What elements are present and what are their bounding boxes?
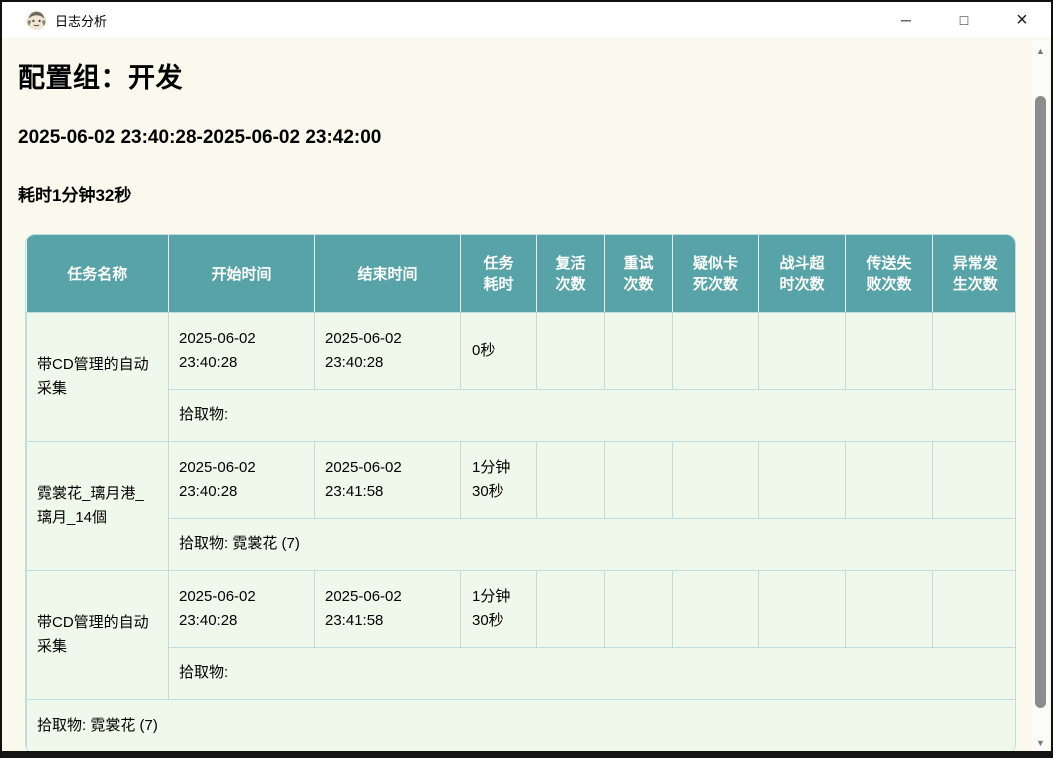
header-battle-timeout-count: 战斗超 时次数 — [759, 235, 846, 312]
header-retry-count: 重试 次数 — [605, 235, 673, 312]
battle-timeout-cell — [759, 312, 846, 389]
header-start-time: 开始时间 — [169, 235, 315, 312]
maximize-button[interactable]: □ — [935, 2, 993, 38]
exception-count-cell — [933, 441, 1017, 518]
scrollbar-thumb[interactable] — [1035, 96, 1046, 708]
log-table-container: 任务名称 开始时间 结束时间 任务 耗时 复活 次数 重试 次数 疑似卡 死次数… — [25, 234, 1016, 751]
window-bottom-edge — [2, 751, 1051, 758]
end-time-cell: 2025-06-02 23:40:28 — [315, 312, 461, 389]
scroll-up-button[interactable]: ▲ — [1032, 42, 1049, 59]
minimize-icon: ─ — [901, 12, 911, 28]
footer-pickup-row: 拾取物: 霓裳花 (7) — [27, 699, 1017, 751]
start-time-cell: 2025-06-02 23:40:28 — [169, 312, 315, 389]
time-range-heading: 2025-06-02 23:40:28-2025-06-02 23:42:00 — [18, 127, 1032, 149]
end-time-cell: 2025-06-02 23:41:58 — [315, 570, 461, 647]
pickup-cell: 拾取物: 霓裳花 (7) — [169, 518, 1017, 570]
battle-timeout-cell — [759, 570, 846, 647]
revive-count-cell — [537, 312, 605, 389]
start-time-cell: 2025-06-02 23:40:28 — [169, 441, 315, 518]
pickup-row: 拾取物: — [27, 389, 1017, 441]
header-exception-count: 异常发 生次数 — [933, 235, 1017, 312]
end-time-cell: 2025-06-02 23:41:58 — [315, 441, 461, 518]
retry-count-cell — [605, 312, 673, 389]
app-window: 日志分析 ─ □ × 配置组：开发 2025-06-02 23:40:28-20… — [0, 0, 1053, 758]
table-header-row: 任务名称 开始时间 结束时间 任务 耗时 复活 次数 重试 次数 疑似卡 死次数… — [27, 235, 1017, 312]
content-area: 配置组：开发 2025-06-02 23:40:28-2025-06-02 23… — [4, 40, 1049, 751]
vertical-scrollbar[interactable]: ▲ ▼ — [1032, 40, 1049, 751]
pickup-cell: 拾取物: — [169, 647, 1017, 699]
retry-count-cell — [605, 570, 673, 647]
teleport-fail-cell — [846, 441, 933, 518]
table-row: 带CD管理的自动采集 2025-06-02 23:40:28 2025-06-0… — [27, 570, 1017, 647]
pickup-row: 拾取物: 霓裳花 (7) — [27, 518, 1017, 570]
stuck-count-cell — [673, 570, 759, 647]
exception-count-cell — [933, 312, 1017, 389]
header-task-name: 任务名称 — [27, 235, 169, 312]
task-name-cell: 带CD管理的自动采集 — [27, 312, 169, 441]
stuck-count-cell — [673, 312, 759, 389]
stuck-count-cell — [673, 441, 759, 518]
table-row: 霓裳花_璃月港_璃月_14個 2025-06-02 23:40:28 2025-… — [27, 441, 1017, 518]
header-stuck-count: 疑似卡 死次数 — [673, 235, 759, 312]
close-icon: × — [1016, 9, 1028, 32]
teleport-fail-cell — [846, 570, 933, 647]
page-title: 配置组：开发 — [18, 56, 1032, 95]
window-controls: ─ □ × — [877, 2, 1051, 38]
header-end-time: 结束时间 — [315, 235, 461, 312]
duration-cell: 1分钟30秒 — [461, 441, 537, 518]
pickup-cell: 拾取物: — [169, 389, 1017, 441]
start-time-cell: 2025-06-02 23:40:28 — [169, 570, 315, 647]
app-icon — [26, 10, 47, 31]
header-duration: 任务 耗时 — [461, 235, 537, 312]
maximize-icon: □ — [960, 12, 968, 28]
minimize-button[interactable]: ─ — [877, 2, 935, 38]
main-content: 配置组：开发 2025-06-02 23:40:28-2025-06-02 23… — [4, 40, 1032, 751]
battle-timeout-cell — [759, 441, 846, 518]
duration-cell: 0秒 — [461, 312, 537, 389]
log-table: 任务名称 开始时间 结束时间 任务 耗时 复活 次数 重试 次数 疑似卡 死次数… — [26, 235, 1016, 751]
scroll-up-icon: ▲ — [1036, 46, 1045, 56]
revive-count-cell — [537, 441, 605, 518]
elapsed-heading: 耗时1分钟32秒 — [18, 181, 1032, 206]
titlebar[interactable]: 日志分析 ─ □ × — [2, 2, 1051, 38]
footer-pickup-cell: 拾取物: 霓裳花 (7) — [27, 699, 1017, 751]
task-name-cell: 霓裳花_璃月港_璃月_14個 — [27, 441, 169, 570]
duration-cell: 1分钟30秒 — [461, 570, 537, 647]
retry-count-cell — [605, 441, 673, 518]
teleport-fail-cell — [846, 312, 933, 389]
exception-count-cell — [933, 570, 1017, 647]
close-button[interactable]: × — [993, 2, 1051, 38]
header-revive-count: 复活 次数 — [537, 235, 605, 312]
table-row: 带CD管理的自动采集 2025-06-02 23:40:28 2025-06-0… — [27, 312, 1017, 389]
scroll-down-icon: ▼ — [1036, 738, 1045, 748]
window-title: 日志分析 — [55, 11, 107, 30]
scroll-down-button[interactable]: ▼ — [1032, 734, 1049, 751]
task-name-cell: 带CD管理的自动采集 — [27, 570, 169, 699]
revive-count-cell — [537, 570, 605, 647]
pickup-row: 拾取物: — [27, 647, 1017, 699]
header-teleport-fail-count: 传送失 败次数 — [846, 235, 933, 312]
